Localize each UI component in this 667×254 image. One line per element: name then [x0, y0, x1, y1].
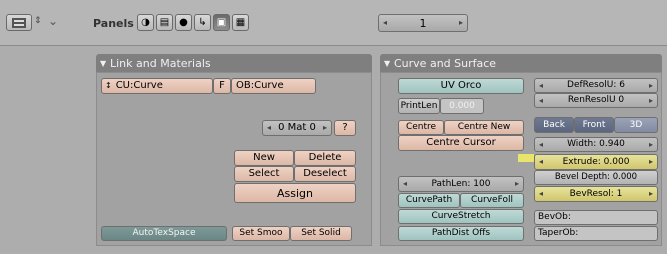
- material-index-field[interactable]: ◂ 0 Mat 0 ▸: [262, 120, 332, 136]
- ren-resol-u-field[interactable]: ◂ RenResolU 0 ▸: [534, 93, 658, 108]
- centre-cursor-button[interactable]: Centre Cursor: [398, 135, 524, 151]
- object-context-icon[interactable]: ↳: [194, 14, 211, 31]
- editing-context-icon[interactable]: ▣: [213, 14, 230, 31]
- frame-number-field[interactable]: ◂ 1 ▸: [378, 14, 468, 32]
- logic-context-icon[interactable]: ◑: [137, 14, 154, 31]
- set-smooth-button[interactable]: Set Smoo: [232, 226, 290, 241]
- window-type-menu-icon[interactable]: [6, 14, 32, 31]
- curve-path-toggle[interactable]: CurvePath: [398, 193, 460, 208]
- print-len-label: PrintLen: [398, 98, 440, 114]
- curve-surface-panel-header[interactable]: ▼ Curve and Surface: [380, 54, 662, 72]
- print-len-field[interactable]: 0.000: [440, 98, 484, 114]
- taper-ob-field[interactable]: TaperOb:: [534, 226, 658, 241]
- uv-orco-toggle[interactable]: UV Orco: [398, 78, 524, 94]
- new-material-button[interactable]: New: [234, 150, 294, 166]
- curve-stretch-toggle[interactable]: CurveStretch: [398, 209, 524, 224]
- assign-material-button[interactable]: Assign: [234, 183, 356, 203]
- path-dist-offs-toggle[interactable]: PathDist Offs: [398, 226, 524, 241]
- select-material-button[interactable]: Select: [234, 166, 294, 182]
- set-solid-button[interactable]: Set Solid: [290, 226, 352, 241]
- fake-user-button[interactable]: F: [213, 78, 231, 94]
- delete-material-button[interactable]: Delete: [294, 150, 356, 166]
- 3d-toggle[interactable]: 3D: [614, 117, 658, 133]
- object-name-field[interactable]: OB:Curve: [231, 78, 316, 94]
- width-field[interactable]: ◂ Width: 0.940 ▸: [534, 137, 658, 152]
- curve-follow-toggle[interactable]: CurveFoll: [460, 193, 524, 208]
- curve-data-name-field[interactable]: ↕ CU:Curve: [101, 78, 213, 94]
- highlight-pointer: [518, 154, 534, 162]
- path-len-field[interactable]: ◂ PathLen: 100 ▸: [398, 176, 524, 192]
- def-resol-u-field[interactable]: ◂ DefResolU: 6 ▸: [534, 78, 658, 93]
- material-help-button[interactable]: ?: [334, 120, 356, 136]
- extrude-field[interactable]: ◂ Extrude: 0.000 ▸: [534, 154, 658, 170]
- collapse-triangle-icon[interactable]: ▼: [100, 59, 106, 68]
- scene-context-icon[interactable]: ▦: [232, 14, 249, 31]
- panels-label: Panels: [93, 17, 134, 30]
- header-bar: ⇕ ⌄ Panels ◑ ▤ ● ↳ ▣ ▦ ◂ 1 ▸: [0, 0, 667, 46]
- centre-button[interactable]: Centre: [398, 120, 444, 135]
- browse-icon[interactable]: ↕: [105, 82, 112, 90]
- collapse-triangle-icon[interactable]: ▼: [384, 59, 390, 68]
- increment-arrow-icon[interactable]: ▸: [459, 19, 463, 27]
- deselect-material-button[interactable]: Deselect: [294, 166, 356, 182]
- front-toggle[interactable]: Front: [574, 117, 614, 133]
- centre-new-button[interactable]: Centre New: [444, 120, 524, 135]
- window-type-arrows-icon[interactable]: ⇕: [34, 16, 42, 26]
- shading-context-icon[interactable]: ●: [175, 14, 192, 31]
- link-materials-panel-header[interactable]: ▼ Link and Materials: [96, 54, 372, 72]
- script-context-icon[interactable]: ▤: [156, 14, 173, 31]
- auto-tex-space-toggle[interactable]: AutoTexSpace: [101, 226, 227, 241]
- bevel-depth-field[interactable]: Bevel Depth: 0.000: [534, 170, 658, 185]
- bev-ob-field[interactable]: BevOb:: [534, 210, 658, 225]
- back-toggle[interactable]: Back: [534, 117, 574, 133]
- decrement-arrow-icon[interactable]: ◂: [383, 19, 387, 27]
- bev-resol-field[interactable]: ◂ BevResol: 1 ▸: [534, 186, 658, 202]
- collapse-header-icon[interactable]: ⌄: [48, 14, 58, 28]
